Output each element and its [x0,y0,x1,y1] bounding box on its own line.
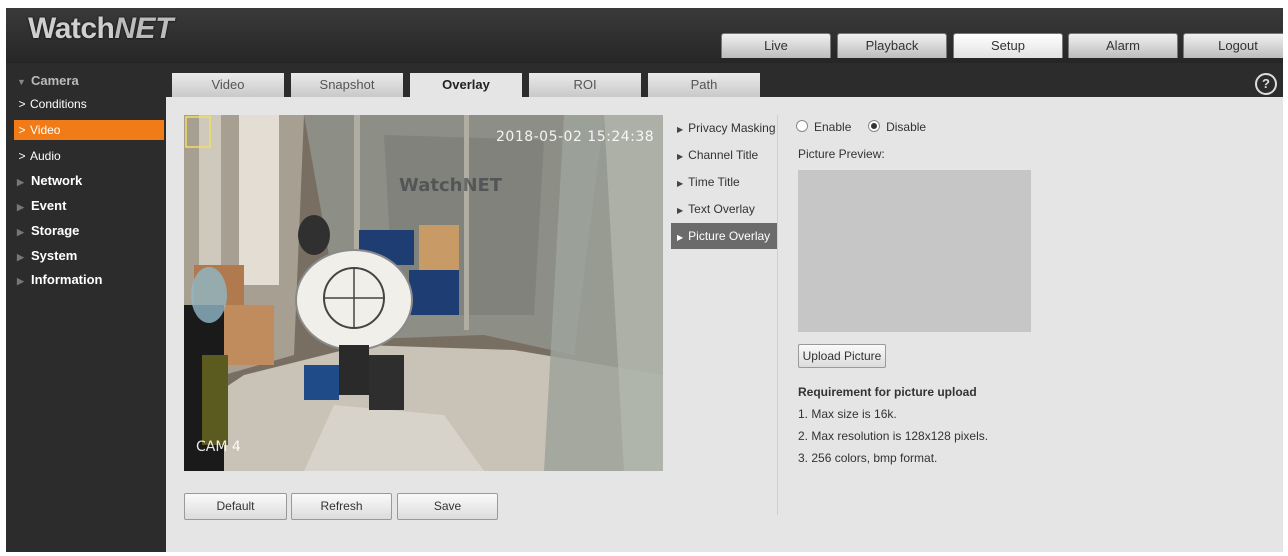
brand-logo: WatchNET [28,12,173,46]
overlay-menu-text-overlay[interactable]: ▶ Text Overlay [671,196,777,222]
overlay-menu-privacy-masking[interactable]: ▶ Privacy Masking [671,115,777,141]
collapsed-triangle-icon: ▶ [17,227,24,237]
sidebar-item-label: Storage [31,223,80,238]
arrow-right-icon: ▶ [677,206,684,215]
tab-video[interactable]: Video [172,73,284,97]
enable-radio-group: Enable Disable [796,117,1196,137]
enable-label: Enable [814,120,852,134]
arrow-right-icon: ▶ [677,125,684,134]
sidebar-item-network[interactable]: ▶ Network [6,170,158,192]
nav-setup[interactable]: Setup [953,33,1063,58]
sidebar-item-label: Network [31,173,83,188]
overlay-menu-channel-title[interactable]: ▶ Channel Title [671,142,777,168]
overlay-menu-picture-overlay[interactable]: ▶ Picture Overlay [671,223,777,249]
logo-text-watch: Watch [28,12,115,45]
picture-preview-label: Picture Preview: [798,147,885,161]
tab-snapshot[interactable]: Snapshot [291,73,403,97]
video-camera-label: CAM 4 [196,439,241,455]
sidebar-item-conditions[interactable]: > Conditions [14,94,166,114]
help-icon[interactable]: ? [1255,73,1277,95]
sidebar-item-label: Camera [31,73,79,88]
collapsed-triangle-icon: ▶ [17,202,24,212]
overlay-menu-label: Picture Overlay [688,229,771,243]
requirement-title: Requirement for picture upload [798,385,977,399]
overlay-menu-time-title[interactable]: ▶ Time Title [671,169,777,195]
save-button[interactable]: Save [397,493,498,520]
camera-scene-image [184,115,663,471]
sidebar-item-label: Conditions [30,97,87,111]
picture-overlay-panel: Enable Disable Picture Preview: Upload P… [796,117,1196,465]
main-content: 2018-05-02 15:24:38 CAM 4 WatchNET Defau… [166,97,1283,552]
nav-alarm[interactable]: Alarm [1068,33,1178,58]
disable-radio[interactable] [868,120,881,132]
logo-text-net: NET [114,12,173,45]
video-timestamp: 2018-05-02 15:24:38 [496,129,655,145]
collapsed-triangle-icon: ▶ [17,177,24,187]
overlay-menu-label: Channel Title [688,148,759,162]
arrow-right-icon: ▶ [677,152,684,161]
collapsed-triangle-icon: ▶ [17,252,24,262]
chevron-right-icon: > [18,97,26,111]
tab-roi[interactable]: ROI [529,73,641,97]
tab-path[interactable]: Path [648,73,760,97]
tab-bar: Video Snapshot Overlay ROI Path ? [166,71,1283,97]
disable-label: Disable [886,120,927,134]
sidebar-item-label: System [31,248,78,263]
overlay-menu-label: Privacy Masking [688,121,776,135]
header: WatchNET Live Playback Setup Alarm Logou… [6,8,1283,63]
sidebar-item-label: Audio [30,149,61,163]
overlay-menu-label: Time Title [688,175,740,189]
nav-playback[interactable]: Playback [837,33,947,58]
sidebar-item-video[interactable]: > Video [14,120,164,140]
nav-live[interactable]: Live [721,33,831,58]
enable-radio[interactable] [796,120,808,132]
sidebar-item-event[interactable]: ▶ Event [6,195,158,217]
expanded-triangle-icon: ▼ [17,77,26,87]
requirement-line-1: 1. Max size is 16k. [798,407,897,421]
sidebar-item-audio[interactable]: > Audio [14,146,166,166]
requirement-line-2: 2. Max resolution is 128x128 pixels. [798,429,989,443]
sidebar-item-system[interactable]: ▶ System [6,245,158,267]
sidebar-item-label: Video [30,123,61,137]
chevron-right-icon: > [18,123,26,137]
sidebar-item-camera[interactable]: ▼ Camera [6,70,158,92]
overlay-menu-label: Text Overlay [688,202,755,216]
glass-watermark: WatchNET [399,175,503,196]
collapsed-triangle-icon: ▶ [17,276,24,286]
sidebar-item-label: Event [31,198,67,213]
nav-logout[interactable]: Logout [1183,33,1283,58]
video-preview: 2018-05-02 15:24:38 CAM 4 WatchNET [184,115,663,471]
divider [777,115,778,515]
refresh-button[interactable]: Refresh [291,493,392,520]
tab-overlay[interactable]: Overlay [410,73,522,97]
sidebar-item-label: Information [31,272,103,287]
sidebar-item-information[interactable]: ▶ Information [6,269,158,291]
picture-preview-box [798,170,1031,332]
chevron-right-icon: > [18,149,26,163]
upload-picture-button[interactable]: Upload Picture [798,344,886,368]
default-button[interactable]: Default [184,493,287,520]
sidebar-item-storage[interactable]: ▶ Storage [6,220,158,242]
app-frame: WatchNET Live Playback Setup Alarm Logou… [6,8,1283,552]
arrow-right-icon: ▶ [677,233,684,242]
sidebar: ▼ Camera > Conditions > Video > Audio ▶ Netwo… [6,70,166,552]
arrow-right-icon: ▶ [677,179,684,188]
overlay-menu: ▶ Privacy Masking ▶ Channel Title ▶ Time Ti… [671,115,777,250]
requirement-line-3: 3. 256 colors, bmp format. [798,451,938,465]
